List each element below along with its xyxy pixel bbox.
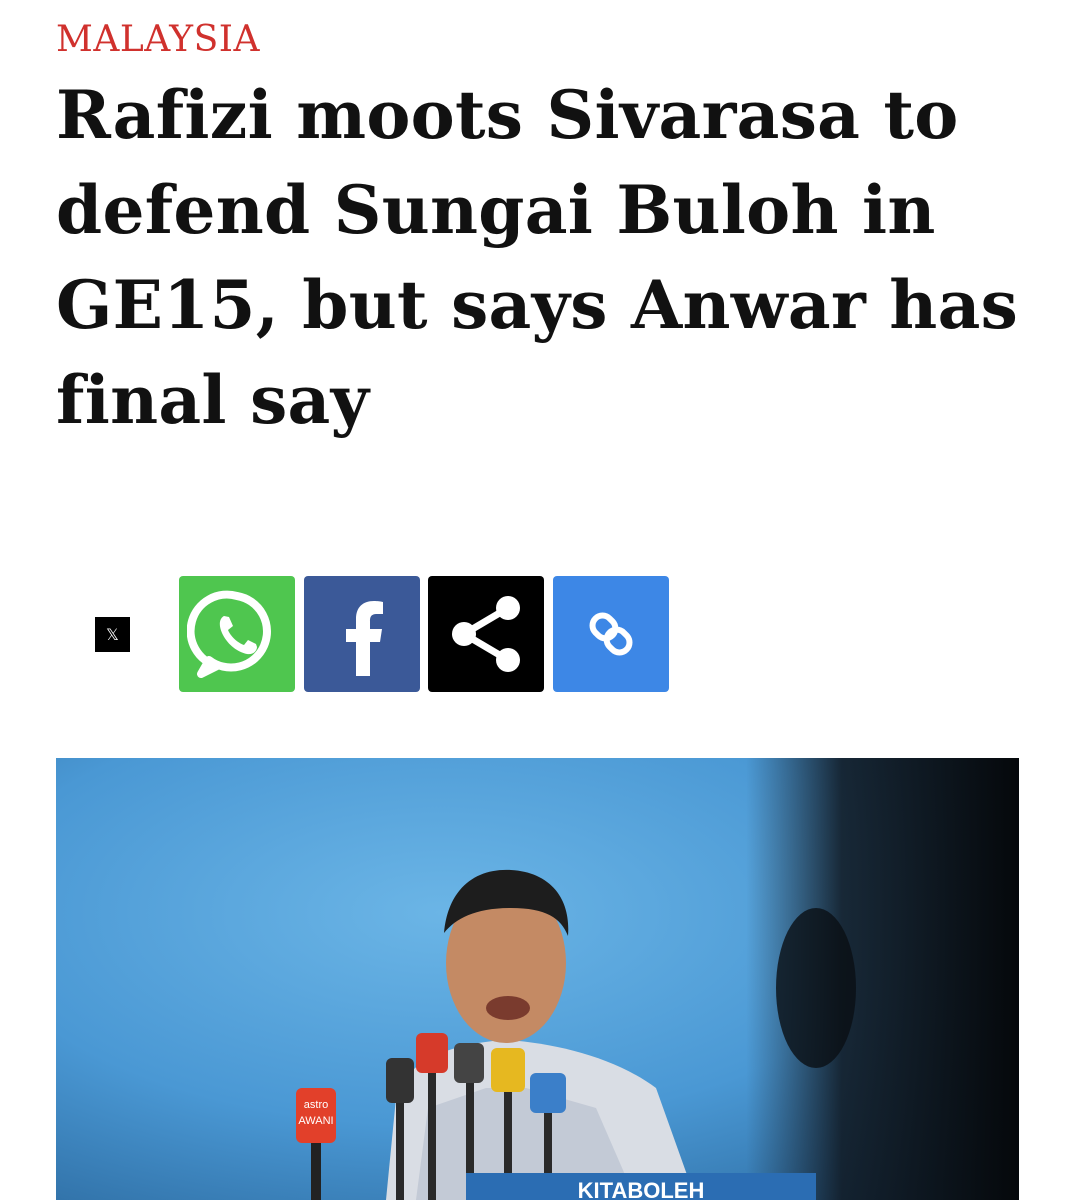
link-icon	[589, 612, 633, 656]
article-category[interactable]: MALAYSIA	[56, 14, 260, 66]
share-x-button[interactable]: 𝕏	[95, 617, 130, 652]
share-whatsapp-button[interactable]	[179, 576, 295, 692]
press-conference-image: astro AWANI KITABOLEH	[56, 758, 1019, 1200]
article-photo: astro AWANI KITABOLEH	[56, 758, 1019, 1200]
share-generic-button[interactable]	[428, 576, 544, 692]
banner-text: KITABOLEH	[578, 1178, 705, 1200]
x-icon: 𝕏	[106, 624, 119, 644]
mic-label-channel: AWANI	[298, 1115, 333, 1127]
article-headline: Rafizi moots Sivarasa to defend Sungai B…	[56, 76, 1019, 439]
mic-label-brand: astro	[304, 1099, 328, 1111]
share-icon	[452, 596, 520, 672]
copy-link-button[interactable]	[553, 576, 669, 692]
whatsapp-icon	[187, 590, 271, 678]
facebook-icon	[346, 601, 383, 676]
share-bar: 𝕏	[95, 576, 695, 692]
share-facebook-button[interactable]	[304, 576, 420, 692]
